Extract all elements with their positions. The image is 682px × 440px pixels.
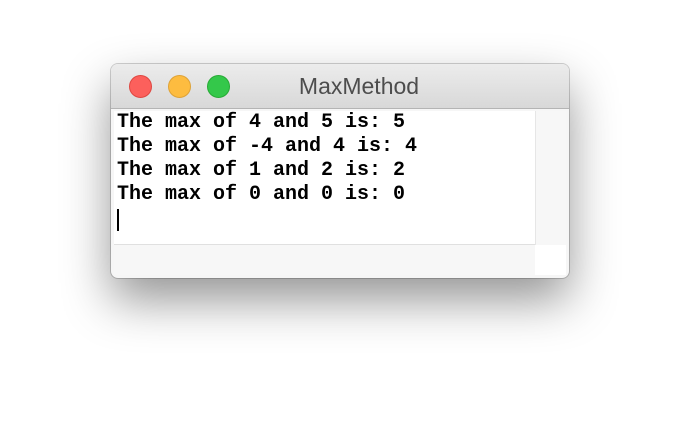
window-title: MaxMethod bbox=[298, 73, 420, 99]
scrollbar-corner bbox=[535, 245, 566, 275]
vertical-scrollbar[interactable] bbox=[535, 111, 566, 245]
text-caret bbox=[117, 209, 119, 231]
horizontal-scrollbar[interactable] bbox=[114, 245, 535, 275]
output-line: The max of 4 and 5 is: 5 bbox=[117, 111, 406, 134]
app-window: MaxMethod The max of 4 and 5 is: 5 The m… bbox=[111, 64, 569, 278]
output-text-area[interactable]: The max of 4 and 5 is: 5 The max of -4 a… bbox=[114, 111, 535, 245]
output-line: The max of 0 and 0 is: 0 bbox=[117, 183, 406, 206]
title-bar[interactable]: MaxMethod bbox=[111, 64, 569, 109]
output-line: The max of 1 and 2 is: 2 bbox=[117, 159, 406, 182]
output-line: The max of -4 and 4 is: 4 bbox=[117, 135, 418, 158]
